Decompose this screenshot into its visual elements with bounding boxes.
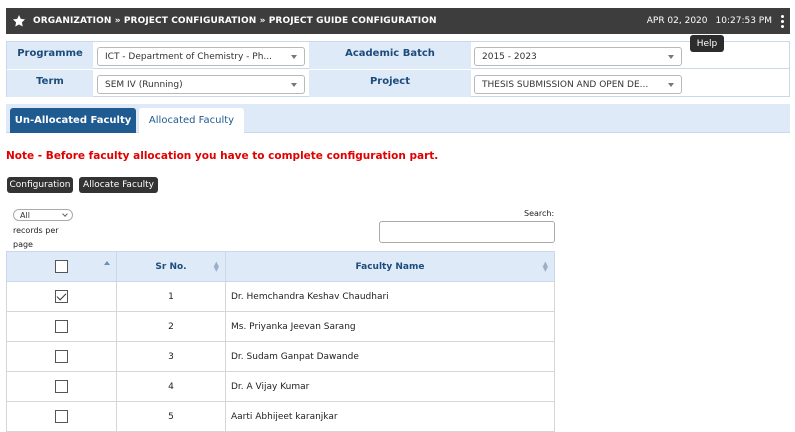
caret-down-icon [291,55,297,59]
search-label: Search: [524,209,555,218]
time-text: 10:27:53 PM [715,16,772,26]
sr-no-header-label: Sr No. [155,261,187,272]
configuration-note: Note - Before faculty allocation you hav… [6,150,439,162]
sr-no-cell: 2 [117,312,226,341]
table-row: 4 Dr. A Vijay Kumar [6,372,555,402]
caret-down-icon [291,83,297,87]
row-checkbox-cell [7,342,117,371]
programme-select-value: ICT - Department of Chemistry - Ph... [105,51,272,62]
date-text: APR 02, 2020 [646,16,708,26]
star-icon[interactable] [12,14,26,28]
academic-batch-select-value: 2015 - 2023 [482,51,537,62]
caret-down-icon [668,55,674,59]
faculty-name-cell: Aarti Abhijeet karanjkar [231,411,338,422]
more-options-icon[interactable] [776,14,788,28]
caret-down-icon [668,83,674,87]
table-row: 1 Dr. Hemchandra Keshav Chaudhari [6,282,555,312]
filters-row-1: Programme ICT - Department of Chemistry … [7,42,789,69]
project-select[interactable]: THESIS SUBMISSION AND OPEN DE... [474,75,682,94]
configuration-button[interactable]: Configuration [7,177,73,193]
table-row: 5 Aarti Abhijeet karanjkar [6,402,555,432]
search-input[interactable] [379,221,555,243]
records-per-page-value: All [20,210,30,220]
sr-no-cell: 4 [117,372,226,401]
project-label: Project [309,70,471,97]
row-checkbox-cell [7,402,117,431]
row-checkbox[interactable] [55,410,68,423]
faculty-name-header[interactable]: Faculty Name ▲ ▼ [226,252,554,281]
sr-no-cell: 5 [117,402,226,431]
records-per-page-select[interactable]: All [13,209,73,221]
records-per-page-label: records per page [13,226,59,249]
row-checkbox-cell [7,312,117,341]
term-select-value: SEM IV (Running) [105,79,183,90]
row-checkbox[interactable] [55,320,68,333]
faculty-name-header-label: Faculty Name [355,261,425,272]
programme-label: Programme [7,42,93,69]
table-row: 3 Dr. Sudam Ganpat Dawande [6,342,555,372]
faculty-name-cell: Dr. Sudam Ganpat Dawande [231,351,359,362]
filters-row-2: Term SEM IV (Running) Project THESIS SUB… [7,70,789,97]
select-all-header[interactable] [7,252,117,281]
table-header: Sr No. ▲ ▼ Faculty Name ▲ ▼ [6,251,555,282]
term-label: Term [7,70,93,97]
sr-no-cell: 1 [117,282,226,311]
filters-panel: Programme ICT - Department of Chemistry … [6,41,790,97]
sort-icon: ▲ ▼ [542,260,548,273]
academic-batch-label: Academic Batch [309,42,471,69]
programme-select[interactable]: ICT - Department of Chemistry - Ph... [97,47,305,66]
project-select-value: THESIS SUBMISSION AND OPEN DE... [482,79,649,90]
table-row: 2 Ms. Priyanka Jeevan Sarang [6,312,555,342]
sr-no-cell: 3 [117,342,226,371]
tab-unallocated-faculty[interactable]: Un-Allocated Faculty [10,108,136,133]
term-select[interactable]: SEM IV (Running) [97,75,305,94]
chevron-down-icon [62,211,68,217]
row-checkbox-cell [7,372,117,401]
breadcrumb: ORGANIZATION » PROJECT CONFIGURATION » P… [33,16,437,26]
top-bar: ORGANIZATION » PROJECT CONFIGURATION » P… [6,8,790,34]
sort-up-icon [104,261,110,265]
select-all-checkbox[interactable] [55,260,68,273]
row-checkbox-cell [7,282,117,311]
help-button[interactable]: Help [690,35,724,52]
allocate-faculty-button[interactable]: Allocate Faculty [79,177,158,193]
row-checkbox[interactable] [55,290,68,303]
row-checkbox[interactable] [55,380,68,393]
tab-bar: Un-Allocated Faculty Allocated Faculty [6,104,790,133]
academic-batch-select[interactable]: 2015 - 2023 [474,47,682,66]
sr-no-header[interactable]: Sr No. ▲ ▼ [117,252,226,281]
row-checkbox[interactable] [55,350,68,363]
faculty-name-cell: Dr. Hemchandra Keshav Chaudhari [231,291,389,302]
faculty-name-cell: Dr. A Vijay Kumar [231,381,310,392]
sort-icon: ▲ ▼ [213,260,219,273]
tab-allocated-faculty[interactable]: Allocated Faculty [139,108,244,133]
faculty-name-cell: Ms. Priyanka Jeevan Sarang [231,321,356,332]
